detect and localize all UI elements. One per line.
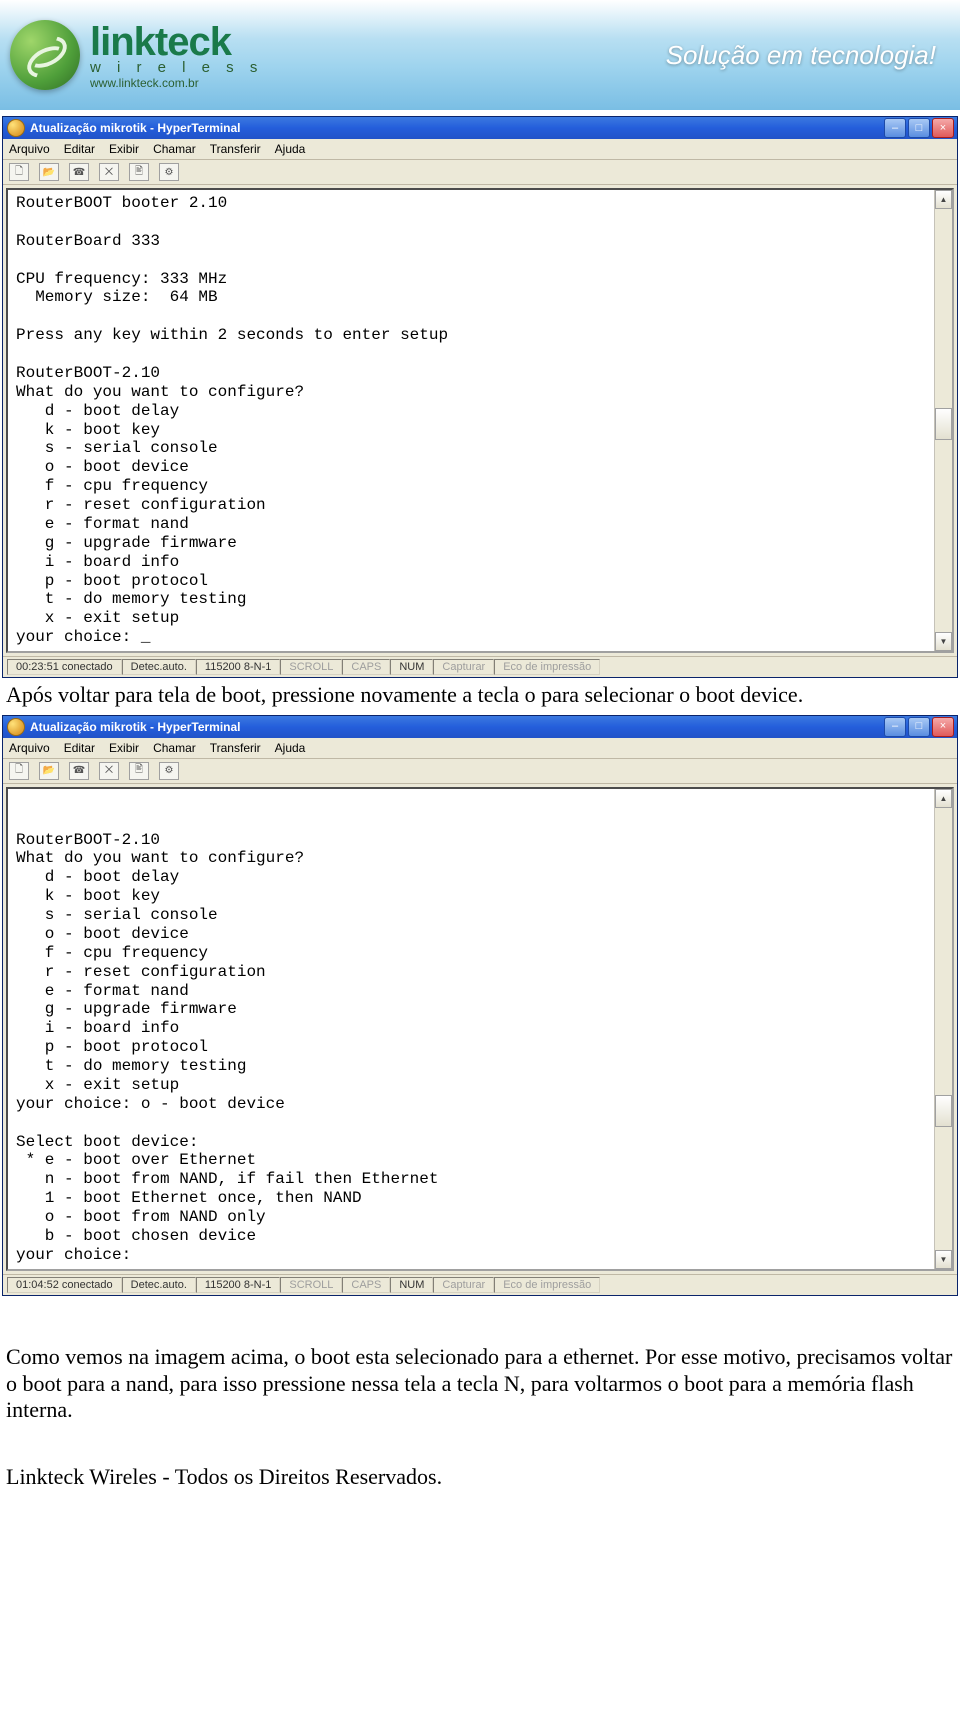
menu-ajuda[interactable]: Ajuda — [275, 142, 306, 156]
toolbar-open-icon[interactable]: 📂 — [39, 163, 59, 181]
statusbar: 00:23:51 conectado Detec.auto. 115200 8-… — [3, 656, 957, 677]
paragraph-1: Após voltar para tela de boot, pressione… — [6, 682, 954, 709]
status-echo: Eco de impressão — [494, 659, 600, 675]
titlebar[interactable]: Atualização mikrotik - HyperTerminal – □… — [3, 117, 957, 139]
hyperterminal-window-1: Atualização mikrotik - HyperTerminal – □… — [2, 116, 958, 678]
toolbar: 🗋 📂 ☎ ⨉ 🖹 ⚙ — [3, 759, 957, 784]
maximize-button[interactable]: □ — [908, 118, 930, 138]
scroll-up-icon[interactable]: ▲ — [935, 190, 952, 209]
logo-brand: linkteck — [90, 22, 263, 62]
footer-text: Linkteck Wireles - Todos os Direitos Res… — [6, 1464, 954, 1490]
vertical-scrollbar[interactable]: ▲ ▼ — [934, 190, 952, 651]
toolbar-disconnect-icon[interactable]: ⨉ — [99, 163, 119, 181]
status-detect: Detec.auto. — [122, 659, 196, 675]
status-port: 115200 8-N-1 — [196, 1277, 280, 1293]
menu-exibir[interactable]: Exibir — [109, 741, 139, 755]
status-echo: Eco de impressão — [494, 1277, 600, 1293]
toolbar-properties-icon[interactable]: ⚙ — [159, 163, 179, 181]
status-port: 115200 8-N-1 — [196, 659, 280, 675]
page-banner: linkteck w i r e l e s s www.linkteck.co… — [0, 0, 960, 110]
terminal-output[interactable]: RouterBOOT booter 2.10 RouterBoard 333 C… — [8, 190, 934, 651]
status-caps: CAPS — [342, 1277, 390, 1293]
menu-chamar[interactable]: Chamar — [153, 142, 196, 156]
scroll-thumb[interactable] — [935, 1095, 952, 1127]
window-title: Atualização mikrotik - HyperTerminal — [30, 720, 241, 734]
scroll-down-icon[interactable]: ▼ — [935, 1250, 952, 1269]
scroll-track[interactable] — [935, 808, 952, 1250]
menubar: Arquivo Editar Exibir Chamar Transferir … — [3, 738, 957, 759]
toolbar-send-icon[interactable]: 🖹 — [129, 163, 149, 181]
scroll-track[interactable] — [935, 209, 952, 632]
window-title: Atualização mikrotik - HyperTerminal — [30, 121, 241, 135]
scroll-down-icon[interactable]: ▼ — [935, 632, 952, 651]
logo-block: linkteck w i r e l e s s www.linkteck.co… — [10, 20, 263, 90]
terminal-output[interactable]: RouterBOOT-2.10 What do you want to conf… — [8, 789, 934, 1269]
app-icon — [7, 718, 25, 736]
logo-globe-icon — [10, 20, 80, 90]
menu-arquivo[interactable]: Arquivo — [9, 142, 50, 156]
toolbar-new-icon[interactable]: 🗋 — [9, 163, 29, 181]
toolbar-properties-icon[interactable]: ⚙ — [159, 762, 179, 780]
toolbar-new-icon[interactable]: 🗋 — [9, 762, 29, 780]
menu-arquivo[interactable]: Arquivo — [9, 741, 50, 755]
menu-editar[interactable]: Editar — [64, 142, 95, 156]
vertical-scrollbar[interactable]: ▲ ▼ — [934, 789, 952, 1269]
toolbar-connect-icon[interactable]: ☎ — [69, 762, 89, 780]
close-button[interactable]: × — [932, 118, 954, 138]
status-caps: CAPS — [342, 659, 390, 675]
status-scroll: SCROLL — [280, 659, 342, 675]
minimize-button[interactable]: – — [884, 717, 906, 737]
menu-chamar[interactable]: Chamar — [153, 741, 196, 755]
menu-ajuda[interactable]: Ajuda — [275, 741, 306, 755]
status-time: 00:23:51 conectado — [7, 659, 122, 675]
logo-sub: w i r e l e s s — [90, 60, 263, 75]
menu-transferir[interactable]: Transferir — [210, 142, 261, 156]
close-button[interactable]: × — [932, 717, 954, 737]
status-scroll: SCROLL — [280, 1277, 342, 1293]
status-num: NUM — [390, 1277, 433, 1293]
toolbar: 🗋 📂 ☎ ⨉ 🖹 ⚙ — [3, 160, 957, 185]
menu-exibir[interactable]: Exibir — [109, 142, 139, 156]
toolbar-disconnect-icon[interactable]: ⨉ — [99, 762, 119, 780]
app-icon — [7, 119, 25, 137]
toolbar-open-icon[interactable]: 📂 — [39, 762, 59, 780]
status-time: 01:04:52 conectado — [7, 1277, 122, 1293]
scroll-up-icon[interactable]: ▲ — [935, 789, 952, 808]
status-num: NUM — [390, 659, 433, 675]
menubar: Arquivo Editar Exibir Chamar Transferir … — [3, 139, 957, 160]
maximize-button[interactable]: □ — [908, 717, 930, 737]
titlebar[interactable]: Atualização mikrotik - HyperTerminal – □… — [3, 716, 957, 738]
menu-transferir[interactable]: Transferir — [210, 741, 261, 755]
status-capture: Capturar — [433, 659, 494, 675]
banner-slogan: Solução em tecnologia! — [666, 40, 936, 71]
toolbar-connect-icon[interactable]: ☎ — [69, 163, 89, 181]
paragraph-2: Como vemos na imagem acima, o boot esta … — [6, 1344, 954, 1424]
minimize-button[interactable]: – — [884, 118, 906, 138]
scroll-thumb[interactable] — [935, 408, 952, 440]
statusbar: 01:04:52 conectado Detec.auto. 115200 8-… — [3, 1274, 957, 1295]
logo-url: www.linkteck.com.br — [90, 77, 263, 89]
toolbar-send-icon[interactable]: 🖹 — [129, 762, 149, 780]
status-detect: Detec.auto. — [122, 1277, 196, 1293]
hyperterminal-window-2: Atualização mikrotik - HyperTerminal – □… — [2, 715, 958, 1296]
status-capture: Capturar — [433, 1277, 494, 1293]
menu-editar[interactable]: Editar — [64, 741, 95, 755]
